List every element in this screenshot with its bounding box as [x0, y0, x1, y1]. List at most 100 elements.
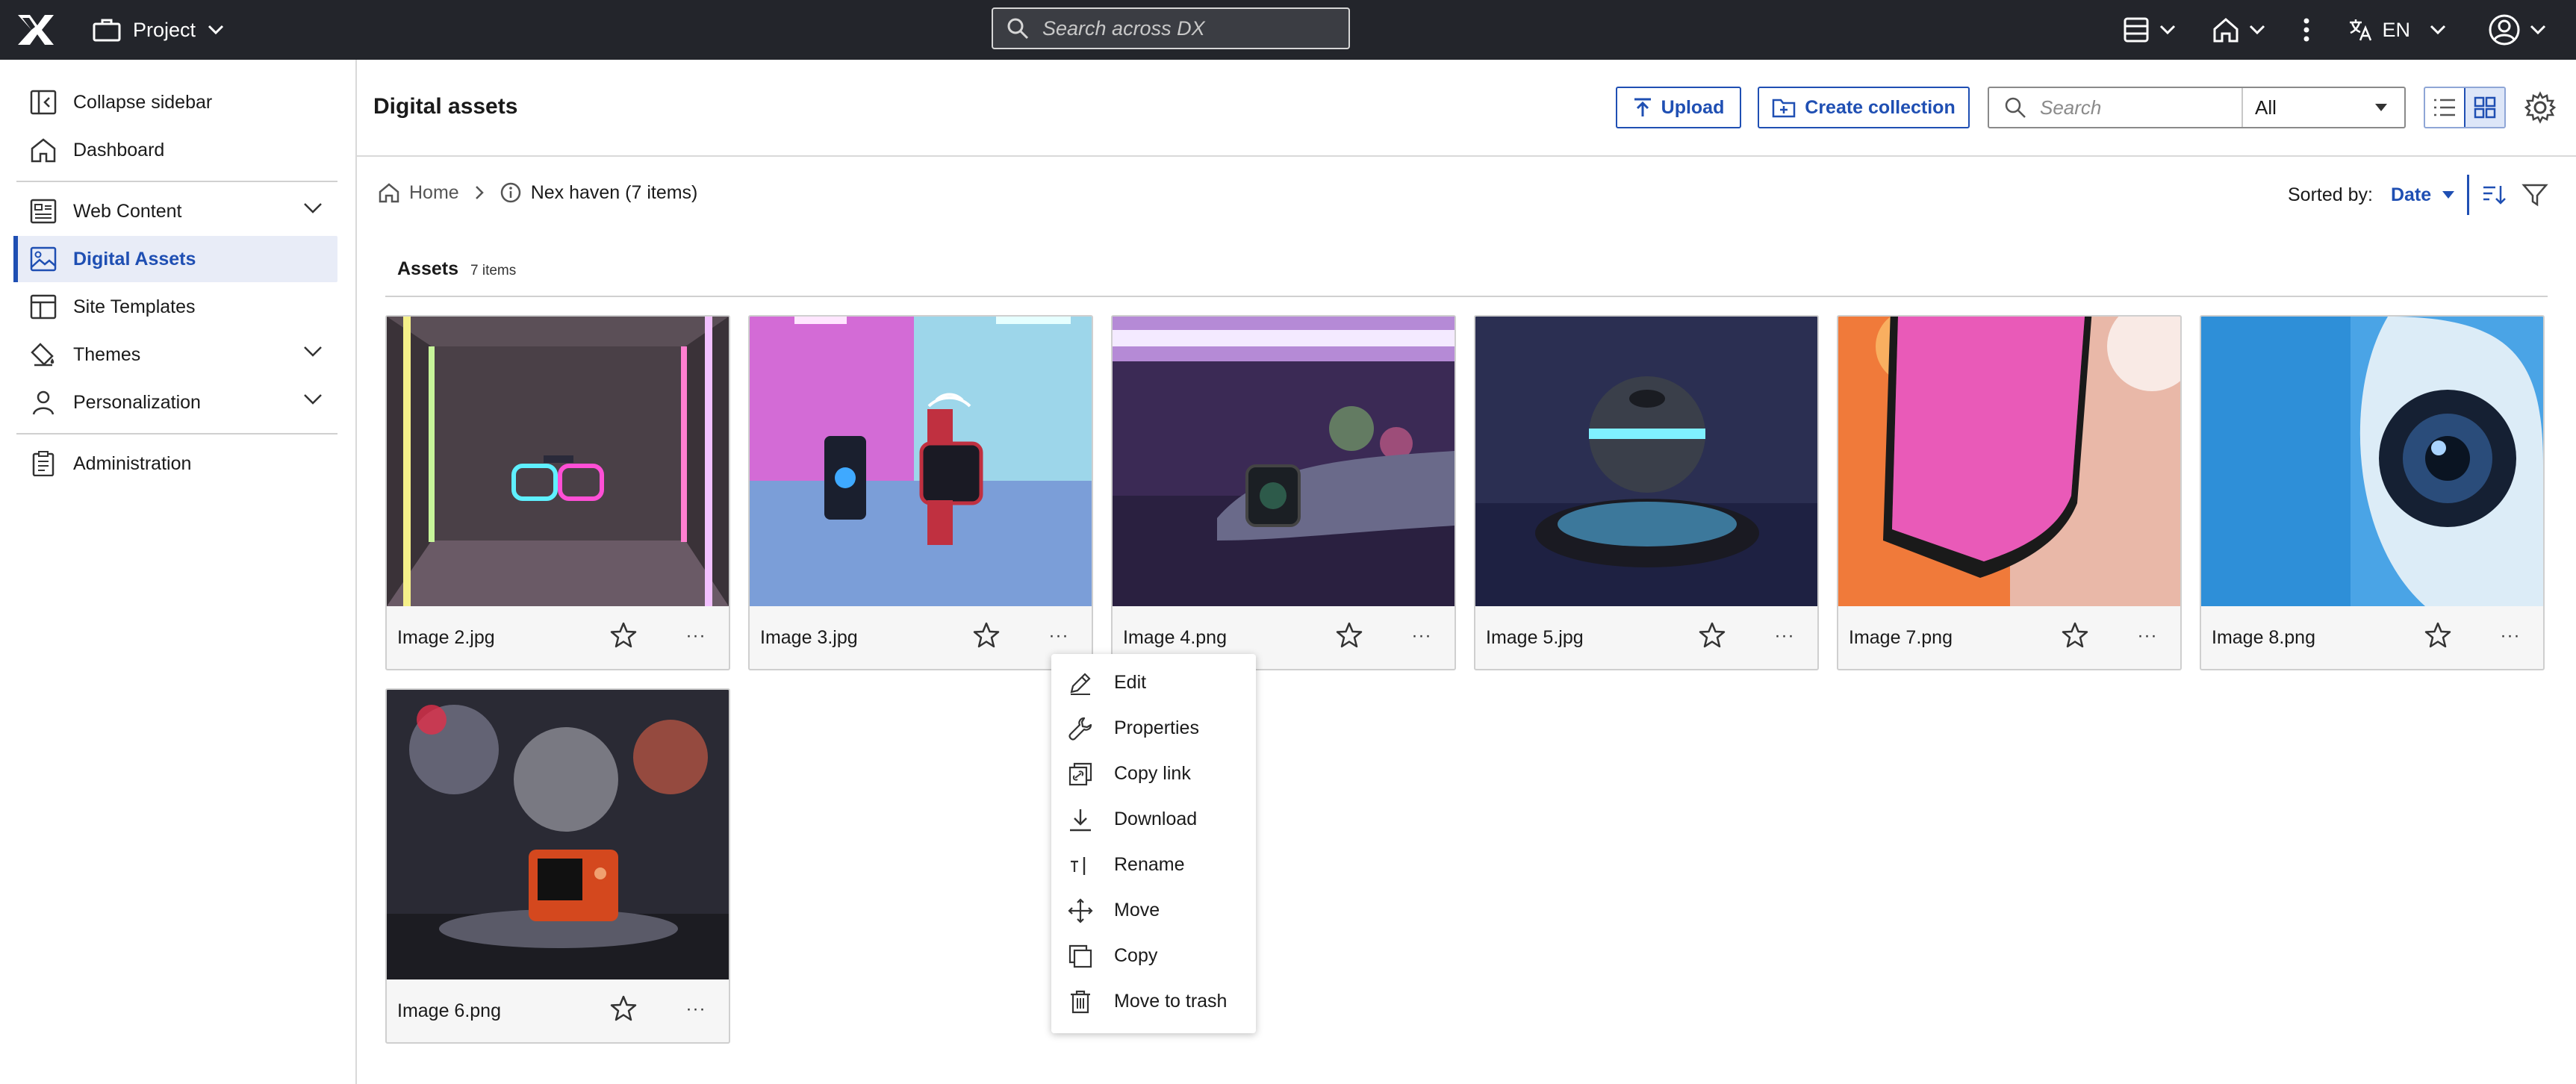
chevron-down-icon — [208, 25, 224, 35]
favorite-star-icon[interactable] — [609, 994, 638, 1023]
asset-caption: Image 7.png — [1838, 606, 2180, 669]
project-selector[interactable]: Project — [93, 12, 224, 48]
sidebar-item-personalization[interactable]: Personalization — [16, 379, 337, 426]
asset-search: Search All — [1988, 87, 2406, 128]
asset-name: Image 3.jpg — [760, 626, 858, 648]
sidebar-item-site-templates[interactable]: Site Templates — [16, 284, 337, 330]
sidebar-item-dashboard[interactable]: Dashboard — [16, 127, 337, 173]
sidebar-item-web-content[interactable]: Web Content — [16, 188, 337, 234]
asset-filter-value: All — [2255, 96, 2277, 119]
themes-icon — [31, 343, 55, 367]
menu-item-move-to-trash[interactable]: Move to trash — [1051, 979, 1256, 1024]
sidebar-item-collapse[interactable]: Collapse sidebar — [16, 79, 337, 125]
asset-card[interactable]: Image 7.png ··· — [1837, 315, 2182, 670]
wrench-icon — [1068, 717, 1092, 741]
content-menu-button[interactable] — [2122, 16, 2176, 44]
menu-item-copy-link[interactable]: Copy link — [1051, 751, 1256, 797]
asset-card[interactable]: Image 5.jpg ··· — [1474, 315, 1819, 670]
user-menu-button[interactable] — [2488, 13, 2546, 46]
sidebar-item-administration[interactable]: Administration — [16, 440, 337, 487]
sort-direction-icon[interactable] — [2481, 184, 2507, 206]
favorite-star-icon[interactable] — [609, 621, 638, 650]
asset-card[interactable]: Image 2.jpg ··· — [385, 315, 730, 670]
more-menu-button[interactable] — [2303, 17, 2310, 43]
asset-thumbnail[interactable] — [1113, 317, 1455, 606]
sidebar-item-themes[interactable]: Themes — [16, 331, 337, 378]
favorite-star-icon[interactable] — [1698, 621, 1726, 650]
asset-name: Image 2.jpg — [397, 626, 495, 648]
asset-card[interactable]: Image 3.jpg ··· — [748, 315, 1093, 670]
assets-title: Assets — [397, 258, 458, 279]
chevron-down-icon — [2430, 25, 2446, 35]
settings-button[interactable] — [2524, 91, 2557, 128]
favorite-star-icon[interactable] — [2424, 621, 2452, 650]
chevron-down-icon[interactable] — [303, 202, 323, 214]
copy-link-icon — [1068, 762, 1092, 785]
trash-icon — [1071, 990, 1090, 1013]
more-options-icon[interactable]: ··· — [682, 996, 709, 1023]
page-title: Digital assets — [373, 94, 518, 119]
chevron-down-icon[interactable] — [303, 393, 323, 405]
asset-search-placeholder: Search — [2040, 96, 2102, 119]
menu-item-properties[interactable]: Properties — [1051, 705, 1256, 751]
upload-icon — [1634, 98, 1651, 116]
list-view-icon — [2434, 99, 2455, 116]
menu-item-rename[interactable]: Rename — [1051, 842, 1256, 888]
more-options-icon[interactable]: ··· — [1771, 623, 1798, 650]
favorite-star-icon[interactable] — [1335, 621, 1363, 650]
web-content-icon — [30, 199, 57, 224]
project-label: Project — [133, 18, 196, 41]
asset-thumbnail[interactable] — [387, 690, 729, 979]
asset-thumbnail[interactable] — [1475, 317, 1817, 606]
asset-thumbnail[interactable] — [750, 317, 1092, 606]
asset-search-input[interactable]: Search — [1989, 88, 2243, 127]
asset-thumbnail[interactable] — [1838, 317, 2180, 606]
home-menu-button[interactable] — [2212, 16, 2265, 44]
chevron-right-icon — [475, 186, 484, 199]
sort-by-select[interactable]: Date — [2391, 175, 2470, 215]
asset-caption: Image 8.png — [2201, 606, 2543, 669]
sort-control: Sorted by: Date — [2288, 175, 2548, 215]
asset-thumbnail[interactable] — [2201, 317, 2543, 606]
move-icon — [1068, 897, 1093, 923]
app-logo-icon[interactable] — [15, 10, 57, 49]
breadcrumb-home[interactable]: Home — [409, 182, 459, 204]
asset-card[interactable]: Image 4.png ··· — [1111, 315, 1456, 670]
briefcase-icon — [93, 19, 121, 42]
content-icon — [2124, 17, 2149, 43]
copy-icon — [1068, 944, 1092, 968]
sidebar-item-digital-assets[interactable]: Digital Assets — [13, 236, 337, 282]
menu-item-move[interactable]: Move — [1051, 888, 1256, 933]
menu-item-copy[interactable]: Copy — [1051, 933, 1256, 979]
asset-filter-select[interactable]: All — [2243, 96, 2404, 119]
menu-item-label: Copy link — [1114, 763, 1191, 784]
filter-icon[interactable] — [2521, 183, 2548, 207]
asset-card[interactable]: Image 6.png ··· — [385, 688, 730, 1044]
create-collection-button[interactable]: Create collection — [1758, 87, 1970, 128]
pencil-icon — [1070, 672, 1091, 695]
asset-card[interactable]: Image 8.png ··· — [2200, 315, 2545, 670]
favorite-star-icon[interactable] — [972, 621, 1001, 650]
more-options-icon[interactable]: ··· — [682, 623, 709, 650]
search-icon — [1007, 18, 1029, 40]
grid-view-button[interactable] — [2464, 88, 2504, 127]
menu-item-download[interactable]: Download — [1051, 797, 1256, 842]
chevron-down-icon[interactable] — [303, 346, 323, 358]
clipboard-icon — [32, 451, 55, 476]
info-icon[interactable] — [500, 181, 522, 204]
more-options-icon[interactable]: ··· — [2134, 623, 2161, 650]
menu-item-edit[interactable]: Edit — [1051, 660, 1256, 705]
upload-button[interactable]: Upload — [1616, 87, 1741, 128]
global-search-input[interactable]: Search across DX — [992, 7, 1350, 49]
sidebar-divider — [16, 181, 337, 182]
more-options-icon[interactable]: ··· — [1408, 623, 1435, 650]
asset-name: Image 4.png — [1123, 626, 1227, 648]
asset-thumbnail[interactable] — [387, 317, 729, 606]
list-view-button[interactable] — [2425, 88, 2464, 127]
create-collection-label: Create collection — [1805, 96, 1956, 118]
language-selector[interactable]: EN — [2348, 17, 2446, 43]
favorite-star-icon[interactable] — [2061, 621, 2089, 650]
sidebar: Collapse sidebar Dashboard Web Content D… — [0, 60, 357, 1084]
more-options-icon[interactable]: ··· — [1045, 623, 1072, 650]
more-options-icon[interactable]: ··· — [2497, 623, 2524, 650]
